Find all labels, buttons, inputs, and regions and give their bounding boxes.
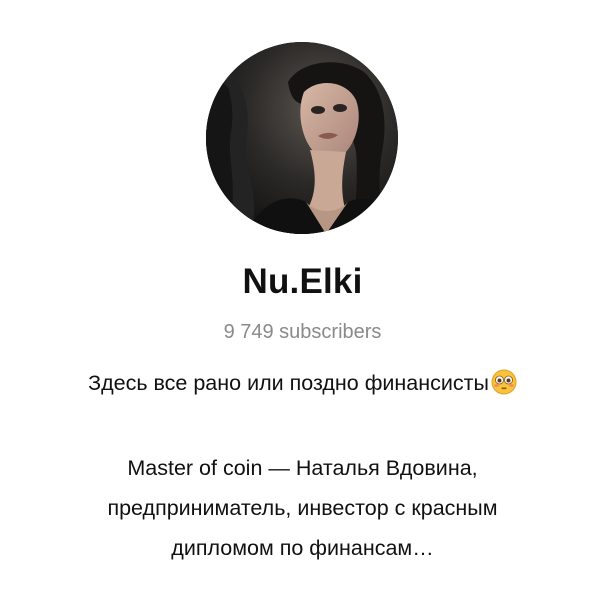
description-line: Master of coin — Наталья Вдовина, [127, 456, 478, 480]
tagline-text: Здесь все рано или поздно финансисты [88, 371, 489, 395]
channel-info-page: Nu.Elki 9 749 subscribers Здесь все рано… [0, 0, 605, 590]
channel-title: Nu.Elki [242, 262, 363, 301]
channel-description: Master of coin — Наталья Вдовина, предпр… [30, 448, 575, 568]
description-line: дипломом по финансам… [171, 536, 434, 560]
description-line: предприниматель, инвестор с красным [107, 496, 498, 520]
subscriber-count: 9 749 subscribers [223, 321, 382, 343]
flushed-face-emoji-icon [491, 369, 517, 401]
channel-tagline: Здесь все рано или поздно финансисты [0, 369, 605, 401]
avatar-photo [206, 42, 398, 234]
avatar[interactable] [206, 42, 398, 234]
